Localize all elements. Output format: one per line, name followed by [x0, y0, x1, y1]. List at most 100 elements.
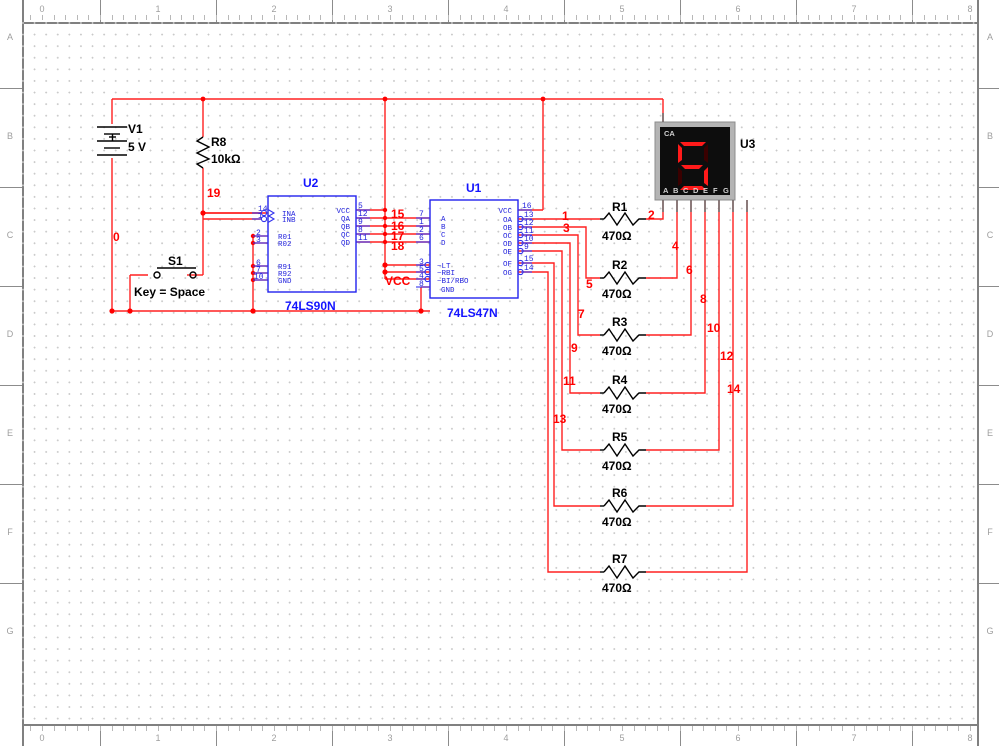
u2-pin-num-1: 1	[258, 212, 263, 221]
u2-pin-name-qa: QA	[341, 216, 351, 224]
chip-u2-74ls90n[interactable]	[252, 195, 370, 293]
net-label-7[interactable]: 7	[578, 307, 585, 321]
v1-ref-label: V1	[128, 122, 143, 136]
u1-pin-num-9: 9	[524, 243, 529, 252]
r7-ref-label: R7	[612, 552, 628, 566]
ruler-mark-h: 3	[387, 4, 393, 14]
ruler-top: 0 1 2 3 4 5 6 7 8	[0, 0, 999, 24]
resistor-r7[interactable]	[600, 564, 646, 580]
r8-ref-label: R8	[211, 135, 227, 149]
u1-pin-name-od: OD	[503, 241, 513, 249]
net-label-vcc[interactable]: VCC	[385, 274, 411, 288]
u2-pin-num-10: 10	[254, 273, 264, 282]
net-label-18[interactable]: 18	[391, 239, 405, 253]
ruler-mark-v: A	[986, 32, 993, 42]
r4-value-label: 470Ω	[602, 402, 632, 416]
component-v1-battery[interactable]	[97, 126, 127, 156]
ruler-mark-h: 6	[735, 4, 741, 14]
net-label-14[interactable]: 14	[727, 382, 741, 396]
u1-pin-name-og: OG	[503, 270, 513, 278]
r1-ref-label: R1	[612, 200, 628, 214]
ruler-mark-h: 4	[503, 733, 509, 743]
u2-pin-name-r02: R02	[278, 241, 292, 249]
component-u3-seven-segment-display[interactable]: CA A B C D E F G	[654, 113, 748, 212]
ruler-mark-v: C	[6, 230, 14, 240]
net-label-11[interactable]: 11	[563, 374, 576, 388]
ruler-mark-h: 7	[851, 4, 857, 14]
ruler-mark-h: 5	[619, 733, 625, 743]
component-s1-switch[interactable]	[153, 267, 197, 279]
resistor-r1[interactable]	[600, 211, 646, 227]
u2-pin-name-vcc: VCC	[336, 208, 350, 216]
net-label-8[interactable]: 8	[700, 292, 707, 306]
resistor-r2[interactable]	[600, 270, 646, 286]
net-label-12[interactable]: 12	[720, 349, 734, 363]
u1-pin-name-oa: OA	[503, 217, 513, 225]
u3-seg-label-e: E	[703, 186, 708, 195]
net-label-5[interactable]: 5	[586, 277, 593, 291]
resistor-r3[interactable]	[600, 327, 646, 343]
s1-key-label: Key = Space	[134, 285, 205, 299]
resistor-r6[interactable]	[600, 498, 646, 514]
ruler-mark-h: 3	[387, 733, 393, 743]
u1-pin-num-14: 14	[524, 264, 534, 273]
component-r8-resistor[interactable]	[195, 136, 211, 169]
u1-pin-name-a: A	[441, 216, 446, 224]
net-label-9[interactable]: 9	[571, 341, 578, 355]
u3-segment-a	[680, 142, 706, 146]
u2-pin-name-qc: QC	[341, 232, 351, 240]
r2-value-label: 470Ω	[602, 287, 632, 301]
ruler-mark-h: 5	[619, 4, 625, 14]
u3-seg-label-c: C	[683, 186, 689, 195]
net-label-10[interactable]: 10	[707, 321, 721, 335]
r6-value-label: 470Ω	[602, 515, 632, 529]
u1-pin-name-b: B	[441, 224, 446, 232]
s1-ref-label: S1	[168, 254, 183, 268]
net-label-ground[interactable]: 0	[113, 230, 120, 244]
u1-pin-name-oe: OE	[503, 249, 513, 257]
u2-pin-name-qb: QB	[341, 224, 351, 232]
u2-part-label: 74LS90N	[285, 299, 336, 313]
r5-value-label: 470Ω	[602, 459, 632, 473]
ruler-mark-v: G	[986, 626, 994, 636]
ruler-mark-h: 0	[39, 4, 45, 14]
net-label-2[interactable]: 2	[648, 208, 655, 222]
chip-u1-74ls47n[interactable]	[416, 199, 532, 299]
ruler-mark-v: A	[6, 32, 13, 42]
ruler-mark-v: D	[986, 329, 994, 339]
schematic-canvas[interactable]: V1 5 V R8 10kΩ S1 Key = Space U2 74LS90N…	[22, 22, 977, 724]
r2-ref-label: R2	[612, 258, 628, 272]
ruler-mark-h: 2	[271, 4, 277, 14]
u1-pin-name-d: D	[441, 240, 446, 248]
u1-pin-num-15: 15	[524, 255, 534, 264]
u1-pin-name-rbi: ~RBI	[437, 270, 455, 278]
ruler-mark-v: F	[987, 527, 993, 537]
r7-value-label: 470Ω	[602, 581, 632, 595]
u3-seg-label-d: D	[693, 186, 699, 195]
schematic-window: 012345678 012345678 ABCDEFG ABCDEFG V1 5…	[0, 0, 999, 746]
ruler-mark-v: B	[6, 131, 13, 141]
ruler-right: A B C D E F G	[977, 0, 999, 746]
resistor-r5[interactable]	[600, 442, 646, 458]
r3-value-label: 470Ω	[602, 344, 632, 358]
u1-pin-name-birbo: ~BI/RBO	[437, 278, 469, 286]
ruler-mark-v: B	[986, 131, 993, 141]
wire-network[interactable]	[109, 96, 748, 573]
u1-pin-num-16: 16	[522, 202, 532, 211]
resistor-r4[interactable]	[600, 385, 646, 401]
net-label-13[interactable]: 13	[553, 412, 567, 426]
u1-pin-name-vcc: VCC	[498, 208, 512, 216]
u1-part-label: 74LS47N	[447, 306, 498, 320]
net-label-4[interactable]: 4	[672, 239, 679, 253]
net-label-pullup[interactable]: 19	[207, 186, 221, 200]
u1-pin-num-8: 8	[419, 280, 424, 289]
u3-seg-label-f: F	[713, 186, 718, 195]
r6-ref-label: R6	[612, 486, 628, 500]
u3-seg-label-g: G	[723, 186, 729, 195]
net-label-6[interactable]: 6	[686, 263, 693, 277]
schematic-svg: V1 5 V R8 10kΩ S1 Key = Space U2 74LS90N…	[97, 96, 756, 595]
u3-ref-label: U3	[740, 137, 756, 151]
ruler-mark-h: 6	[735, 733, 741, 743]
r4-ref-label: R4	[612, 373, 628, 387]
net-label-3[interactable]: 3	[563, 221, 570, 235]
